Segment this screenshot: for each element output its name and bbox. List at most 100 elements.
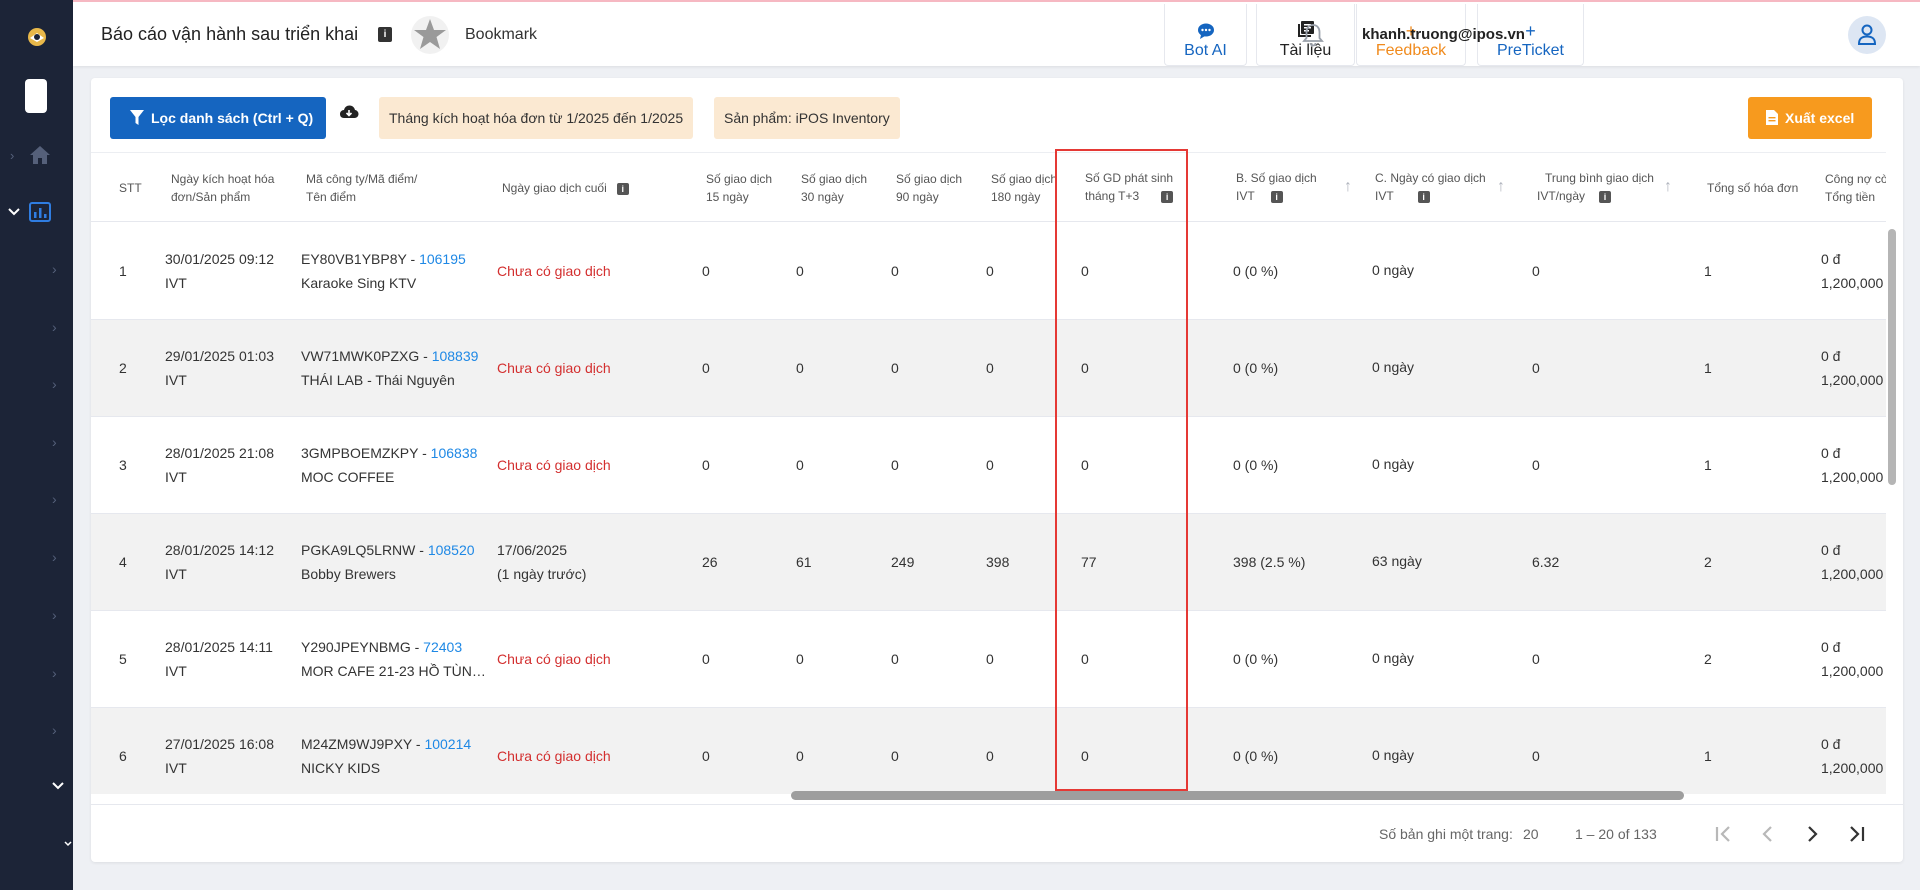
cloud-download-icon[interactable] (339, 104, 359, 122)
col-header-avg-per-day[interactable]: Trung bình giao dịch IVT/ngày i ↑ (1537, 169, 1672, 205)
info-icon[interactable]: i (1599, 190, 1612, 203)
chevron-right-icon[interactable]: › (52, 320, 66, 334)
chevron-down-icon[interactable] (64, 840, 72, 848)
point-id-link[interactable]: 72403 (423, 639, 462, 655)
chevron-right-icon[interactable]: › (52, 723, 66, 737)
product-code: IVT (165, 663, 187, 679)
export-excel-button[interactable]: Xuất excel (1748, 97, 1872, 139)
next-page-icon[interactable] (1799, 821, 1825, 847)
cell-tx-180: 0 (986, 356, 994, 380)
point-id-link[interactable]: 108520 (428, 542, 475, 558)
col-header-t3[interactable]: Số GD phát sinh tháng T+3 i (1085, 169, 1175, 205)
col-header-activation-line1: Ngày kích hoạt hóa (171, 172, 275, 186)
code-separator: - (412, 736, 425, 752)
col-header-ivt-days[interactable]: C. Ngày có giao dịch IVT i ↑ (1375, 169, 1505, 205)
page-title: Báo cáo vận hành sau triển khai (101, 24, 359, 44)
app-logo-icon[interactable] (24, 24, 50, 50)
last-page-icon[interactable] (1844, 821, 1870, 847)
product-code: IVT (165, 469, 187, 485)
filter-chip-activation-month[interactable]: Tháng kích hoạt hóa đơn từ 1/2025 đến 1/… (379, 97, 694, 139)
chevron-down-icon[interactable] (52, 782, 64, 790)
cell-tx-15: 0 (702, 356, 710, 380)
cell-tx-90: 0 (891, 453, 899, 477)
point-id-link[interactable]: 108839 (432, 348, 479, 364)
filter-list-button[interactable]: Lọc danh sách (Ctrl + Q) (110, 97, 326, 139)
col-header-total-invoices[interactable]: Tổng số hóa đơn (1707, 179, 1798, 197)
bookmark-star-icon[interactable] (410, 15, 450, 55)
cell-avg-per-day: 0 (1532, 744, 1540, 768)
chevron-right-icon[interactable]: › (52, 435, 66, 449)
col-header-activation[interactable]: Ngày kích hoạt hóa đơn/Sản phẩm (171, 170, 274, 206)
info-icon[interactable]: i (378, 27, 392, 42)
cell-tx-30: 61 (796, 550, 812, 574)
rows-per-page-select[interactable]: 20 (1523, 826, 1539, 842)
point-id-link[interactable]: 100214 (424, 736, 471, 752)
sidebar-item-reports[interactable] (0, 197, 73, 227)
vertical-scroll-thumb[interactable] (1888, 229, 1896, 485)
cell-tx-30: 0 (796, 453, 804, 477)
sort-arrow-up-icon[interactable]: ↑ (1497, 178, 1505, 196)
debt-value: 0 đ (1821, 348, 1841, 364)
chevron-right-icon[interactable]: › (52, 492, 66, 506)
page-range: 1 – 20 of 133 (1575, 826, 1657, 842)
col-header-activation-line2: đơn/Sản phẩm (171, 190, 251, 204)
info-icon[interactable]: i (616, 182, 629, 195)
first-page-icon[interactable] (1710, 821, 1736, 847)
info-icon[interactable]: i (1270, 190, 1283, 203)
cell-avg-per-day: 0 (1532, 453, 1540, 477)
ivt-transactions-value: 0 (0 %) (1233, 263, 1279, 279)
tx-90-value: 0 (891, 263, 899, 279)
chevron-right-icon[interactable]: › (52, 262, 66, 276)
point-id-link[interactable]: 106838 (431, 445, 478, 461)
cell-stt: 6 (119, 744, 127, 768)
vertical-scrollbar[interactable] (1886, 152, 1898, 794)
tx-15-value: 26 (702, 554, 718, 570)
table-row[interactable]: 3 28/01/2025 21:08 IVT 3GMPBOEMZKPY - 10683… (91, 417, 1886, 514)
col-header-ivt-transactions[interactable]: B. Số giao dịch IVT i ↑ (1236, 169, 1352, 205)
notification-bell-icon[interactable] (1300, 22, 1326, 48)
table-row[interactable]: 2 29/01/2025 01:03 IVT VW71MWK0PZXG - 10883… (91, 320, 1886, 417)
cell-company: VW71MWK0PZXG - 108839 THÁI LAB - Thái Ngu… (301, 344, 478, 392)
col-header-tx-30[interactable]: Số giao dịch 30 ngày (801, 170, 867, 206)
cell-total-invoices: 2 (1704, 647, 1712, 671)
tx-90-value: 0 (891, 360, 899, 376)
col-header-stt[interactable]: STT (119, 179, 142, 197)
point-id-link[interactable]: 106195 (419, 251, 466, 267)
horizontal-scrollbar[interactable] (791, 791, 1684, 800)
code-separator: - (410, 639, 424, 655)
avg-per-day-value: 0 (1532, 360, 1540, 376)
cell-ivt-transactions: 0 (0 %) (1233, 356, 1278, 380)
sidebar-search-box[interactable] (25, 79, 47, 113)
cell-total-invoices: 1 (1704, 259, 1712, 283)
bookmark-label[interactable]: Bookmark (465, 26, 537, 44)
cell-tx-90: 0 (891, 259, 899, 283)
t3-value: 77 (1081, 554, 1097, 570)
table-row[interactable]: 1 30/01/2025 09:12 IVT EY80VB1YBP8Y - 10619… (91, 223, 1886, 320)
table-row[interactable]: 4 28/01/2025 14:12 IVT PGKA9LQ5LRNW - 10852… (91, 514, 1886, 611)
cell-t3: 0 (1081, 453, 1089, 477)
sort-arrow-up-icon[interactable]: ↑ (1664, 178, 1672, 196)
user-email[interactable]: khanh.truong@ipos.vn (1362, 26, 1525, 43)
previous-page-icon[interactable] (1755, 821, 1781, 847)
chevron-right-icon[interactable]: › (52, 550, 66, 564)
chevron-right-icon[interactable]: › (52, 608, 66, 622)
col-header-tx-90[interactable]: Số giao dịch 90 ngày (896, 170, 962, 206)
col-header-last-transaction[interactable]: Ngày giao dịch cuối i (502, 179, 629, 197)
sidebar-item-home[interactable]: › (0, 140, 73, 170)
col-header-tx-15[interactable]: Số giao dịch 15 ngày (706, 170, 772, 206)
info-icon[interactable]: i (1417, 190, 1430, 203)
col-header-tx-180[interactable]: Số giao dịch 180 ngày (991, 170, 1055, 206)
sort-arrow-up-icon[interactable]: ↑ (1344, 178, 1352, 196)
table-row[interactable]: 6 27/01/2025 16:08 IVT M24ZM9WJ9PXY - 10021… (91, 708, 1886, 794)
table-row[interactable]: 5 28/01/2025 14:11 IVT Y290JPEYNBMG - 72403… (91, 611, 1886, 708)
activation-date: 30/01/2025 09:12 (165, 251, 274, 267)
ivt-transactions-value: 0 (0 %) (1233, 360, 1279, 376)
chevron-right-icon[interactable]: › (52, 666, 66, 680)
chevron-right-icon[interactable]: › (52, 377, 66, 391)
info-icon[interactable]: i (1161, 190, 1174, 203)
col-header-company[interactable]: Mã công ty/Mã điểm/ Tên điểm (306, 170, 417, 206)
bot-ai-button[interactable]: Bot AI (1164, 4, 1247, 66)
filter-chip-product[interactable]: Sản phẩm: iPOS Inventory (714, 97, 900, 139)
avatar[interactable] (1848, 16, 1886, 54)
col-header-debt[interactable]: Công nợ cò Tổng tiền (1825, 170, 1886, 206)
